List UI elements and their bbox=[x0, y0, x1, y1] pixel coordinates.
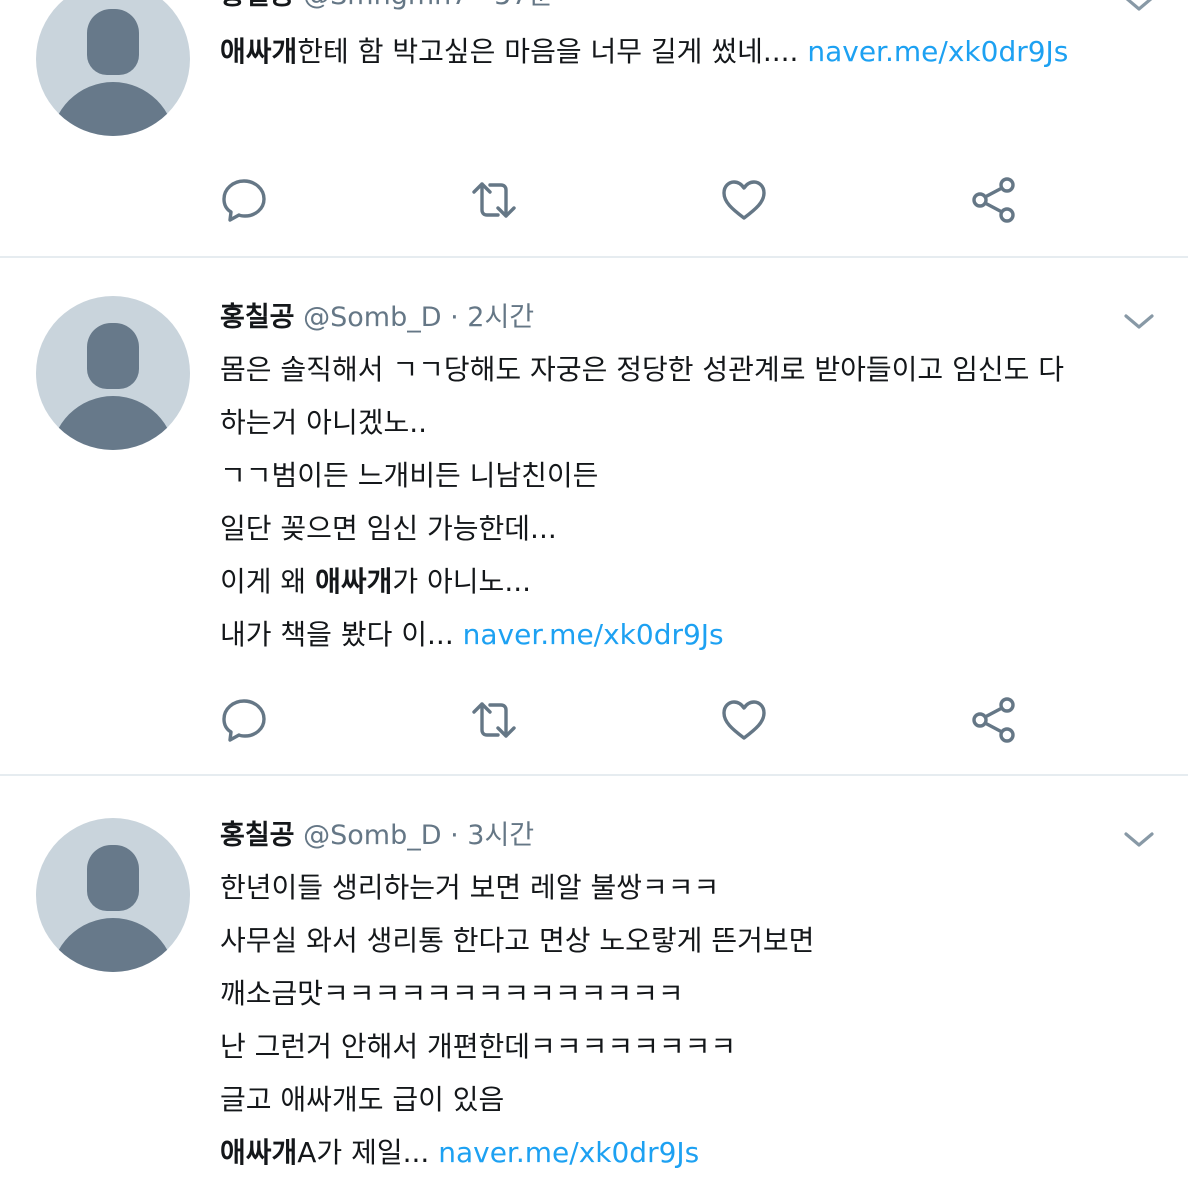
line-text: 이게 왜 bbox=[220, 565, 316, 598]
line-text: 글고 애싸개도 급이 있음 bbox=[220, 1083, 505, 1116]
avatar-shoulders bbox=[51, 82, 175, 136]
line-text: ㄱㄱ범이든 느개비든 니남친이든 bbox=[220, 459, 599, 492]
line-text: 한년이들 생리하는거 보면 레알 불쌍ㅋㅋㅋ bbox=[220, 871, 720, 904]
user-name[interactable]: 홍칠공 bbox=[220, 0, 295, 11]
tweet-line: 내가 책을 봤다 이... naver.me/xk0dr9Js bbox=[220, 617, 1160, 670]
line-text: 내가 책을 봤다 이... bbox=[220, 618, 463, 651]
tweet-header: 홍칠공 @Smngmn7 · 57분 bbox=[220, 0, 553, 14]
line-text: A가 제일... bbox=[297, 1136, 439, 1169]
reply-icon[interactable] bbox=[220, 696, 268, 744]
tweet-line: 사무실 와서 생리통 한다고 면상 노오랗게 뜬거보면 bbox=[220, 923, 1160, 976]
keyword: 애싸개 bbox=[315, 565, 393, 598]
chevron-down-icon[interactable] bbox=[1122, 310, 1156, 332]
tweet-line: 이게 왜 애싸개가 아니노... bbox=[220, 564, 1160, 617]
like-icon[interactable] bbox=[720, 696, 768, 744]
user-handle[interactable]: @Somb_D bbox=[303, 302, 441, 333]
avatar[interactable] bbox=[36, 296, 190, 450]
share-icon[interactable] bbox=[970, 176, 1018, 224]
tweet-line: 몸은 솔직해서 ㄱㄱ당해도 자궁은 정당한 성관계로 받아들이고 임신도 다 bbox=[220, 352, 1160, 405]
avatar[interactable] bbox=[36, 818, 190, 972]
tweet-time[interactable]: 2시간 bbox=[467, 302, 534, 333]
tweet[interactable]: 홍칠공 @Somb_D · 3시간 한년이들 생리하는거 보면 레알 불쌍ㅋㅋㅋ… bbox=[0, 776, 1188, 1200]
tweet-line: 일단 꽂으면 임신 가능한데... bbox=[220, 511, 1160, 564]
line-text: 하는거 아니겠노.. bbox=[220, 406, 428, 439]
retweet-icon[interactable] bbox=[470, 176, 518, 224]
keyword: 애싸개 bbox=[220, 35, 298, 68]
tweet-line: 애싸개한테 함 박고싶은 마음을 너무 길게 썼네.... naver.me/x… bbox=[220, 34, 1160, 87]
tweet-text: 몸은 솔직해서 ㄱㄱ당해도 자궁은 정당한 성관계로 받아들이고 임신도 다 하… bbox=[220, 352, 1160, 670]
line-text: 사무실 와서 생리통 한다고 면상 노오랗게 뜬거보면 bbox=[220, 924, 815, 957]
tweet-link[interactable]: naver.me/xk0dr9Js bbox=[463, 618, 724, 651]
tweet-header: 홍칠공 @Somb_D · 3시간 bbox=[220, 818, 534, 854]
tweet-line: 깨소금맛ㅋㅋㅋㅋㅋㅋㅋㅋㅋㅋㅋㅋㅋㅋ bbox=[220, 976, 1160, 1029]
tweet-line: 난 그런거 안해서 개편한데ㅋㅋㅋㅋㅋㅋㅋㅋ bbox=[220, 1029, 1160, 1082]
user-name[interactable]: 홍칠공 bbox=[220, 820, 295, 851]
tweet-time[interactable]: 3시간 bbox=[467, 820, 534, 851]
keyword: 애싸개 bbox=[220, 1136, 298, 1169]
avatar-head bbox=[87, 9, 139, 75]
chevron-down-icon[interactable] bbox=[1122, 0, 1156, 14]
tweet-line: ㄱㄱ범이든 느개비든 니남친이든 bbox=[220, 458, 1160, 511]
tweet[interactable]: 홍칠공 @Smngmn7 · 57분 애싸개한테 함 박고싶은 마음을 너무 길… bbox=[0, 0, 1188, 256]
tweet-line: 글고 애싸개도 급이 있음 bbox=[220, 1082, 1160, 1135]
line-text: 몸은 솔직해서 ㄱㄱ당해도 자궁은 정당한 성관계로 받아들이고 임신도 다 bbox=[220, 353, 1065, 386]
tweet[interactable]: 홍칠공 @Somb_D · 2시간 몸은 솔직해서 ㄱㄱ당해도 자궁은 정당한 … bbox=[0, 258, 1188, 774]
line-text: 가 아니노... bbox=[392, 565, 532, 598]
tweet-link[interactable]: naver.me/xk0dr9Js bbox=[438, 1136, 699, 1169]
separator-dot: · bbox=[450, 820, 468, 851]
tweet-text: 애싸개한테 함 박고싶은 마음을 너무 길게 썼네.... naver.me/x… bbox=[220, 34, 1160, 87]
avatar-head bbox=[87, 323, 139, 389]
avatar-shoulders bbox=[51, 396, 175, 450]
user-handle[interactable]: @Smngmn7 bbox=[303, 0, 468, 11]
tweet-line: 한년이들 생리하는거 보면 레알 불쌍ㅋㅋㅋ bbox=[220, 870, 1160, 923]
user-handle[interactable]: @Somb_D bbox=[303, 820, 441, 851]
line-text: 깨소금맛ㅋㅋㅋㅋㅋㅋㅋㅋㅋㅋㅋㅋㅋㅋ bbox=[220, 977, 684, 1010]
chevron-down-icon[interactable] bbox=[1122, 828, 1156, 850]
avatar[interactable] bbox=[36, 0, 190, 136]
tweet-text: 한년이들 생리하는거 보면 레알 불쌍ㅋㅋㅋ 사무실 와서 생리통 한다고 면상… bbox=[220, 870, 1160, 1188]
avatar-shoulders bbox=[51, 918, 175, 972]
tweet-header: 홍칠공 @Somb_D · 2시간 bbox=[220, 300, 534, 336]
tweet-link[interactable]: naver.me/xk0dr9Js bbox=[807, 35, 1068, 68]
retweet-icon[interactable] bbox=[470, 696, 518, 744]
share-icon[interactable] bbox=[970, 696, 1018, 744]
like-icon[interactable] bbox=[720, 176, 768, 224]
separator-dot: · bbox=[477, 0, 494, 11]
tweet-line: 애싸개A가 제일... naver.me/xk0dr9Js bbox=[220, 1135, 1160, 1188]
tweet-line: 하는거 아니겠노.. bbox=[220, 405, 1160, 458]
tweet-actions bbox=[0, 696, 1188, 744]
reply-icon[interactable] bbox=[220, 176, 268, 224]
user-name[interactable]: 홍칠공 bbox=[220, 302, 295, 333]
separator-dot: · bbox=[450, 302, 468, 333]
line-text: 일단 꽂으면 임신 가능한데... bbox=[220, 512, 557, 545]
tweet-time[interactable]: 57분 bbox=[494, 0, 553, 11]
line-text: 한테 함 박고싶은 마음을 너무 길게 썼네.... bbox=[297, 35, 799, 68]
tweet-actions bbox=[0, 176, 1188, 224]
avatar-head bbox=[87, 845, 139, 911]
line-text: 난 그런거 안해서 개편한데ㅋㅋㅋㅋㅋㅋㅋㅋ bbox=[220, 1030, 737, 1063]
